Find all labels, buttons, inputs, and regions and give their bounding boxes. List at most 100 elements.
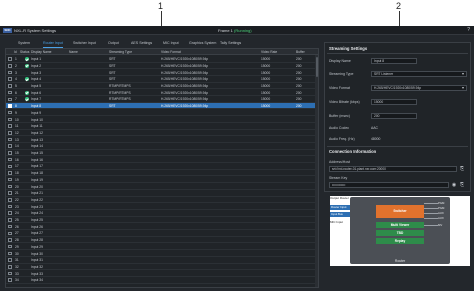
row-checkbox[interactable] [8, 97, 12, 102]
table-row[interactable]: 10 Input 10 [6, 116, 318, 123]
tab-graphics-system[interactable]: Graphics System [189, 40, 216, 48]
table-row[interactable]: 15 Input 15 [6, 150, 318, 157]
table-row[interactable]: 5 Input 5 RTMP/RTMPS H.265/HEVC/1920x1080/5… [6, 83, 318, 90]
app-title: NXL-R System Settings [14, 28, 57, 33]
table-row[interactable]: 18 Input 18 [6, 170, 318, 177]
row-checkbox[interactable] [8, 77, 12, 81]
show-key-icon[interactable]: ◉ [451, 182, 457, 188]
tab-aes-settings[interactable]: AES Settings [131, 40, 152, 48]
row-checkbox[interactable] [8, 244, 12, 249]
row-checkbox[interactable] [8, 171, 12, 175]
table-row[interactable]: 6 Input 6 RTMP/RTMPS H.265/HEVC/1920x1080/5… [6, 90, 318, 96]
copy-key-icon[interactable]: ⎘ [459, 182, 465, 188]
row-checkbox[interactable] [8, 157, 12, 162]
buffer-field[interactable]: 200 [371, 113, 417, 119]
row-checkbox[interactable] [8, 90, 12, 95]
row-checkbox[interactable] [8, 84, 12, 88]
table-row[interactable]: 30 Input 30 [6, 250, 318, 257]
row-checkbox[interactable] [8, 164, 12, 169]
row-checkbox[interactable] [8, 131, 12, 135]
table-row[interactable]: 14 Input 14 [6, 143, 318, 150]
table-row[interactable]: 22 Input 22 [6, 197, 318, 204]
table-row[interactable]: 27 Input 27 [6, 230, 318, 237]
cell-display-name: Input 30 [31, 251, 43, 256]
output-router-label: Output Router [330, 196, 349, 200]
table-row[interactable]: 19 Input 19 [6, 177, 318, 184]
row-checkbox[interactable] [8, 238, 12, 242]
row-checkbox[interactable] [8, 211, 12, 215]
row-checkbox[interactable] [8, 110, 12, 115]
table-row[interactable]: 4 Input 4 SRT H.265/HEVC/1920x1080/59.94p 15… [6, 76, 318, 83]
row-checkbox[interactable] [8, 57, 12, 61]
table-row[interactable]: 2 Input 2 SRT H.265/HEVC/1920x1080/59.94p 15… [6, 63, 318, 70]
row-checkbox[interactable] [8, 151, 12, 155]
table-row[interactable]: 29 Input 29 [6, 244, 318, 251]
streaming-type-select[interactable]: SRT Listener [371, 71, 467, 77]
row-checkbox[interactable] [8, 184, 12, 189]
table-row[interactable]: 11 Input 11 [6, 123, 318, 130]
table-row[interactable]: 31 Input 31 [6, 257, 318, 264]
table-row[interactable]: 34 Input 34 [6, 277, 318, 284]
address-field[interactable]: srt://nxl-router-01.plant.nxr.com:20000 [329, 166, 457, 172]
table-row[interactable]: 28 Input 28 [6, 237, 318, 244]
row-checkbox[interactable] [8, 224, 12, 229]
cell-display-name: Input 18 [31, 171, 43, 176]
row-checkbox[interactable] [8, 124, 12, 128]
video-bitrate-field[interactable]: 15000 [371, 99, 417, 105]
cell-streaming-type: SRT [109, 77, 116, 82]
table-row[interactable]: 12 Input 12 [6, 130, 318, 137]
row-checkbox[interactable] [8, 117, 12, 122]
table-row[interactable]: 25 Input 25 [6, 217, 318, 224]
row-checkbox[interactable] [8, 278, 12, 282]
table-row[interactable]: 21 Input 21 [6, 190, 318, 197]
tab-switcher-input[interactable]: Switcher Input [73, 40, 96, 48]
table-scrollbar[interactable] [315, 55, 318, 287]
table-row[interactable]: 33 Input 33 [6, 270, 318, 277]
copy-icon[interactable]: ⎘ [459, 166, 465, 172]
stream-key-field[interactable]: •••••••••••• [329, 182, 449, 188]
row-checkbox[interactable] [8, 251, 12, 256]
table-row[interactable]: 9 Input 9 [6, 110, 318, 117]
cell-display-name: Input 7 [31, 97, 42, 102]
app-logo: SNC [3, 28, 12, 33]
table-row[interactable]: 23 Input 23 [6, 203, 318, 210]
table-row[interactable]: 16 Input 16 [6, 157, 318, 163]
cell-id: 23 [15, 204, 19, 209]
table-row[interactable]: 13 Input 13 [6, 136, 318, 143]
row-checkbox[interactable] [8, 70, 12, 75]
row-checkbox[interactable] [8, 144, 12, 148]
table-row[interactable]: 8 Input 8 SRT H.265/HEVC/1920x1080/59.94p 15… [6, 102, 318, 110]
row-checkbox[interactable] [8, 204, 12, 209]
tab-tally-settings[interactable]: Tally Settings [220, 40, 241, 48]
row-checkbox[interactable] [8, 258, 12, 262]
table-row[interactable]: 20 Input 20 [6, 183, 318, 190]
table-row[interactable]: 3 Input 3 SRT H.265/HEVC/1920x1080/59.94p 15… [6, 69, 318, 76]
table-row[interactable]: 17 Input 17 [6, 163, 318, 170]
table-row[interactable]: 1 Input 1 SRT H.265/HEVC/1920x1080/59.94p 15… [6, 56, 318, 63]
tab-system[interactable]: System [18, 40, 30, 48]
row-checkbox[interactable] [8, 198, 12, 202]
tab-mic-input[interactable]: MIC Input [163, 40, 179, 48]
row-checkbox[interactable] [8, 177, 12, 182]
table-row[interactable]: 32 Input 32 [6, 264, 318, 271]
help-button[interactable]: ? [467, 27, 470, 33]
row-checkbox[interactable] [8, 64, 12, 68]
table-row[interactable]: 26 Input 26 [6, 224, 318, 230]
divider [327, 146, 468, 147]
tab-output[interactable]: Output [108, 40, 119, 48]
row-checkbox[interactable] [8, 218, 12, 222]
scroll-thumb[interactable] [315, 57, 318, 77]
cell-buffer: 200 [296, 90, 302, 95]
row-checkbox[interactable] [8, 191, 12, 195]
display-name-field[interactable]: Input 8 [371, 58, 417, 64]
row-checkbox[interactable] [8, 231, 12, 236]
row-checkbox[interactable] [8, 265, 12, 269]
table-row[interactable]: 24 Input 24 [6, 210, 318, 217]
row-checkbox[interactable] [8, 137, 12, 142]
row-checkbox[interactable] [8, 271, 12, 276]
cell-video-rate: 15000 [261, 57, 271, 62]
tab-router-input[interactable]: Router Input [43, 40, 63, 48]
table-row[interactable]: 7 Input 7 RTMP/RTMPS H.265/HEVC/1920x1080/5… [6, 96, 318, 103]
video-format-select[interactable]: H.265/HEVC/1920x1080/59.94p [371, 85, 467, 91]
row-checkbox[interactable] [8, 104, 12, 108]
